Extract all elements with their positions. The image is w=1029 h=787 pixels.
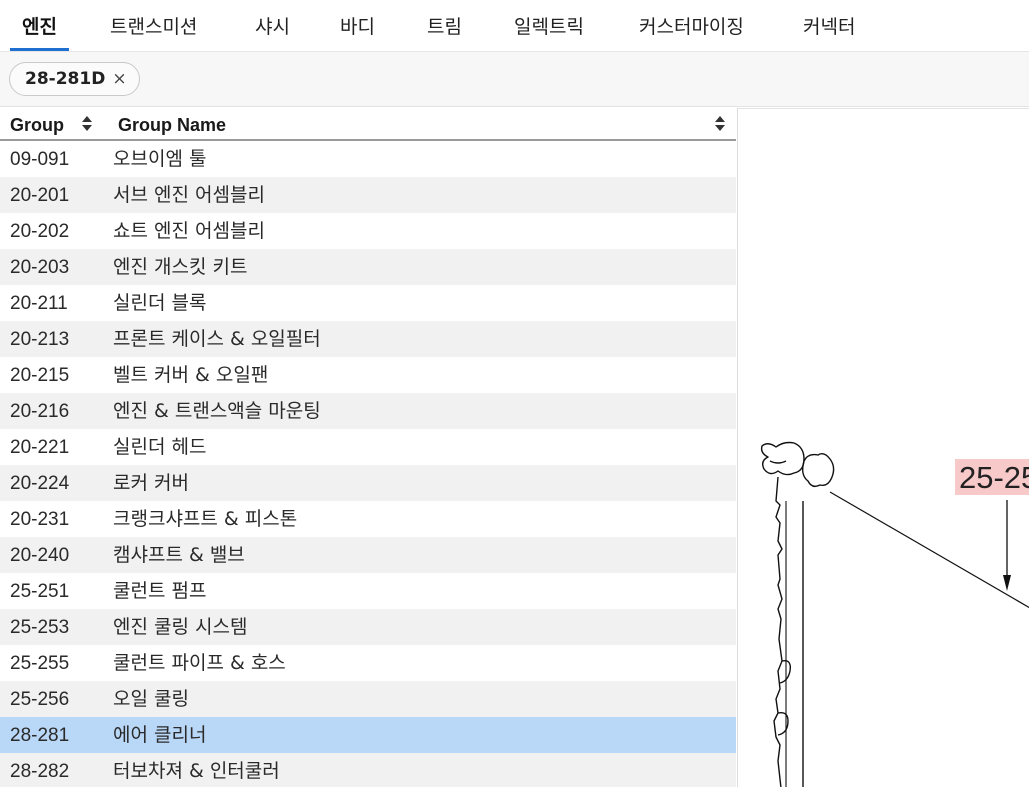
engine-part-drawing — [760, 441, 1029, 787]
group-code-cell: 09-091 — [10, 149, 70, 170]
table-row[interactable]: 20-215 벨트 커버 & 오일팬 — [0, 357, 736, 393]
group-code-cell: 20-240 — [10, 545, 70, 566]
group-code-cell: 20-231 — [10, 509, 70, 530]
group-code-cell: 28-281 — [10, 725, 70, 746]
filter-chip[interactable]: 28-281D × — [9, 62, 140, 96]
close-icon[interactable]: × — [112, 70, 126, 88]
filter-bar: 28-281D × — [0, 52, 1029, 107]
table-body: 09-091 오브이엠 툴 20-201 서브 엔진 어셈블리 20-202 쇼트 엔진 … — [0, 141, 736, 787]
table-row[interactable]: 20-202 쇼트 엔진 어셈블리 — [0, 213, 736, 249]
group-name-cell: 쿨런트 파이프 & 호스 — [113, 652, 286, 674]
parts-diagram: 25-25 — [737, 108, 1029, 787]
table-row[interactable]: 20-240 캠샤프트 & 밸브 — [0, 537, 736, 573]
table-row[interactable]: 20-231 크랭크샤프트 & 피스톤 — [0, 501, 736, 537]
group-code-cell: 20-216 — [10, 401, 70, 422]
group-code-cell: 20-213 — [10, 329, 70, 350]
group-name-cell: 오브이엠 툴 — [113, 148, 207, 170]
tab-customizing[interactable]: 커스터마이징 — [639, 0, 744, 51]
group-name-cell: 에어 클리너 — [113, 724, 207, 746]
group-code-cell: 28-282 — [10, 761, 70, 782]
column-header-group[interactable]: Group — [10, 108, 64, 141]
table-row[interactable]: 25-256 오일 쿨링 — [0, 681, 736, 717]
table-row[interactable]: 20-213 프론트 케이스 & 오일필터 — [0, 321, 736, 357]
group-name-cell: 로커 커버 — [113, 472, 189, 494]
group-code-cell: 25-253 — [10, 617, 70, 638]
table-row[interactable]: 25-251 쿨런트 펌프 — [0, 573, 736, 609]
group-name-cell: 터보차져 & 인터쿨러 — [113, 760, 280, 782]
table-row[interactable]: 25-253 엔진 쿨링 시스템 — [0, 609, 736, 645]
table-row[interactable]: 28-282 터보차져 & 인터쿨러 — [0, 753, 736, 787]
part-callout-label[interactable]: 25-25 — [955, 459, 1029, 495]
tab-electric[interactable]: 일렉트릭 — [514, 0, 584, 51]
table-row[interactable]: 20-203 엔진 개스킷 키트 — [0, 249, 736, 285]
group-code-cell: 20-203 — [10, 257, 70, 278]
table-row[interactable]: 25-255 쿨런트 파이프 & 호스 — [0, 645, 736, 681]
group-name-cell: 엔진 쿨링 시스템 — [113, 616, 248, 638]
group-code-cell: 20-215 — [10, 365, 70, 386]
table-row[interactable]: 20-221 실린더 헤드 — [0, 429, 736, 465]
column-header-group-name[interactable]: Group Name — [118, 108, 226, 141]
group-code-cell: 20-201 — [10, 185, 70, 206]
tab-trim[interactable]: 트림 — [427, 0, 462, 51]
group-name-cell: 캠샤프트 & 밸브 — [113, 544, 245, 566]
group-code-cell: 25-251 — [10, 581, 70, 602]
group-name-cell: 벨트 커버 & 오일팬 — [113, 364, 269, 386]
group-name-cell: 오일 쿨링 — [113, 688, 189, 710]
table-row[interactable]: 28-281 에어 클리너 — [0, 717, 736, 753]
group-name-cell: 엔진 개스킷 키트 — [113, 256, 248, 278]
sort-group-name-icon[interactable] — [715, 116, 725, 132]
category-tab-bar: 엔진 트랜스미션 샤시 바디 트림 일렉트릭 커스터마이징 커넥터 — [0, 0, 1029, 52]
group-code-cell: 20-224 — [10, 473, 70, 494]
tab-body[interactable]: 바디 — [340, 0, 375, 51]
table-header: Group Group Name — [0, 108, 736, 141]
group-code-cell: 20-202 — [10, 221, 70, 242]
group-name-cell: 서브 엔진 어셈블리 — [113, 184, 265, 206]
table-row[interactable]: 20-201 서브 엔진 어셈블리 — [0, 177, 736, 213]
group-name-cell: 프론트 케이스 & 오일필터 — [113, 328, 321, 350]
table-row[interactable]: 20-224 로커 커버 — [0, 465, 736, 501]
group-name-cell: 크랭크샤프트 & 피스톤 — [113, 508, 298, 530]
group-code-cell: 20-221 — [10, 437, 70, 458]
table-row[interactable]: 09-091 오브이엠 툴 — [0, 141, 736, 177]
group-table: Group Group Name 09-091 오브이엠 툴 20-201 서브 엔진… — [0, 108, 736, 787]
group-name-cell: 실린더 헤드 — [113, 436, 207, 458]
table-row[interactable]: 20-216 엔진 & 트랜스액슬 마운팅 — [0, 393, 736, 429]
group-code-cell: 25-255 — [10, 653, 70, 674]
tab-transmission[interactable]: 트랜스미션 — [110, 0, 197, 51]
sort-group-icon[interactable] — [82, 116, 92, 132]
group-name-cell: 실린더 블록 — [113, 292, 207, 314]
filter-chip-label: 28-281D — [25, 69, 106, 89]
tab-chassis[interactable]: 샤시 — [255, 0, 290, 51]
tab-connector[interactable]: 커넥터 — [803, 0, 855, 51]
group-name-cell: 엔진 & 트랜스액슬 마운팅 — [113, 400, 321, 422]
group-name-cell: 쇼트 엔진 어셈블리 — [113, 220, 265, 242]
group-code-cell: 25-256 — [10, 689, 70, 710]
table-row[interactable]: 20-211 실린더 블록 — [0, 285, 736, 321]
group-code-cell: 20-211 — [10, 293, 68, 314]
group-name-cell: 쿨런트 펌프 — [113, 580, 207, 602]
tab-engine[interactable]: 엔진 — [10, 0, 69, 51]
